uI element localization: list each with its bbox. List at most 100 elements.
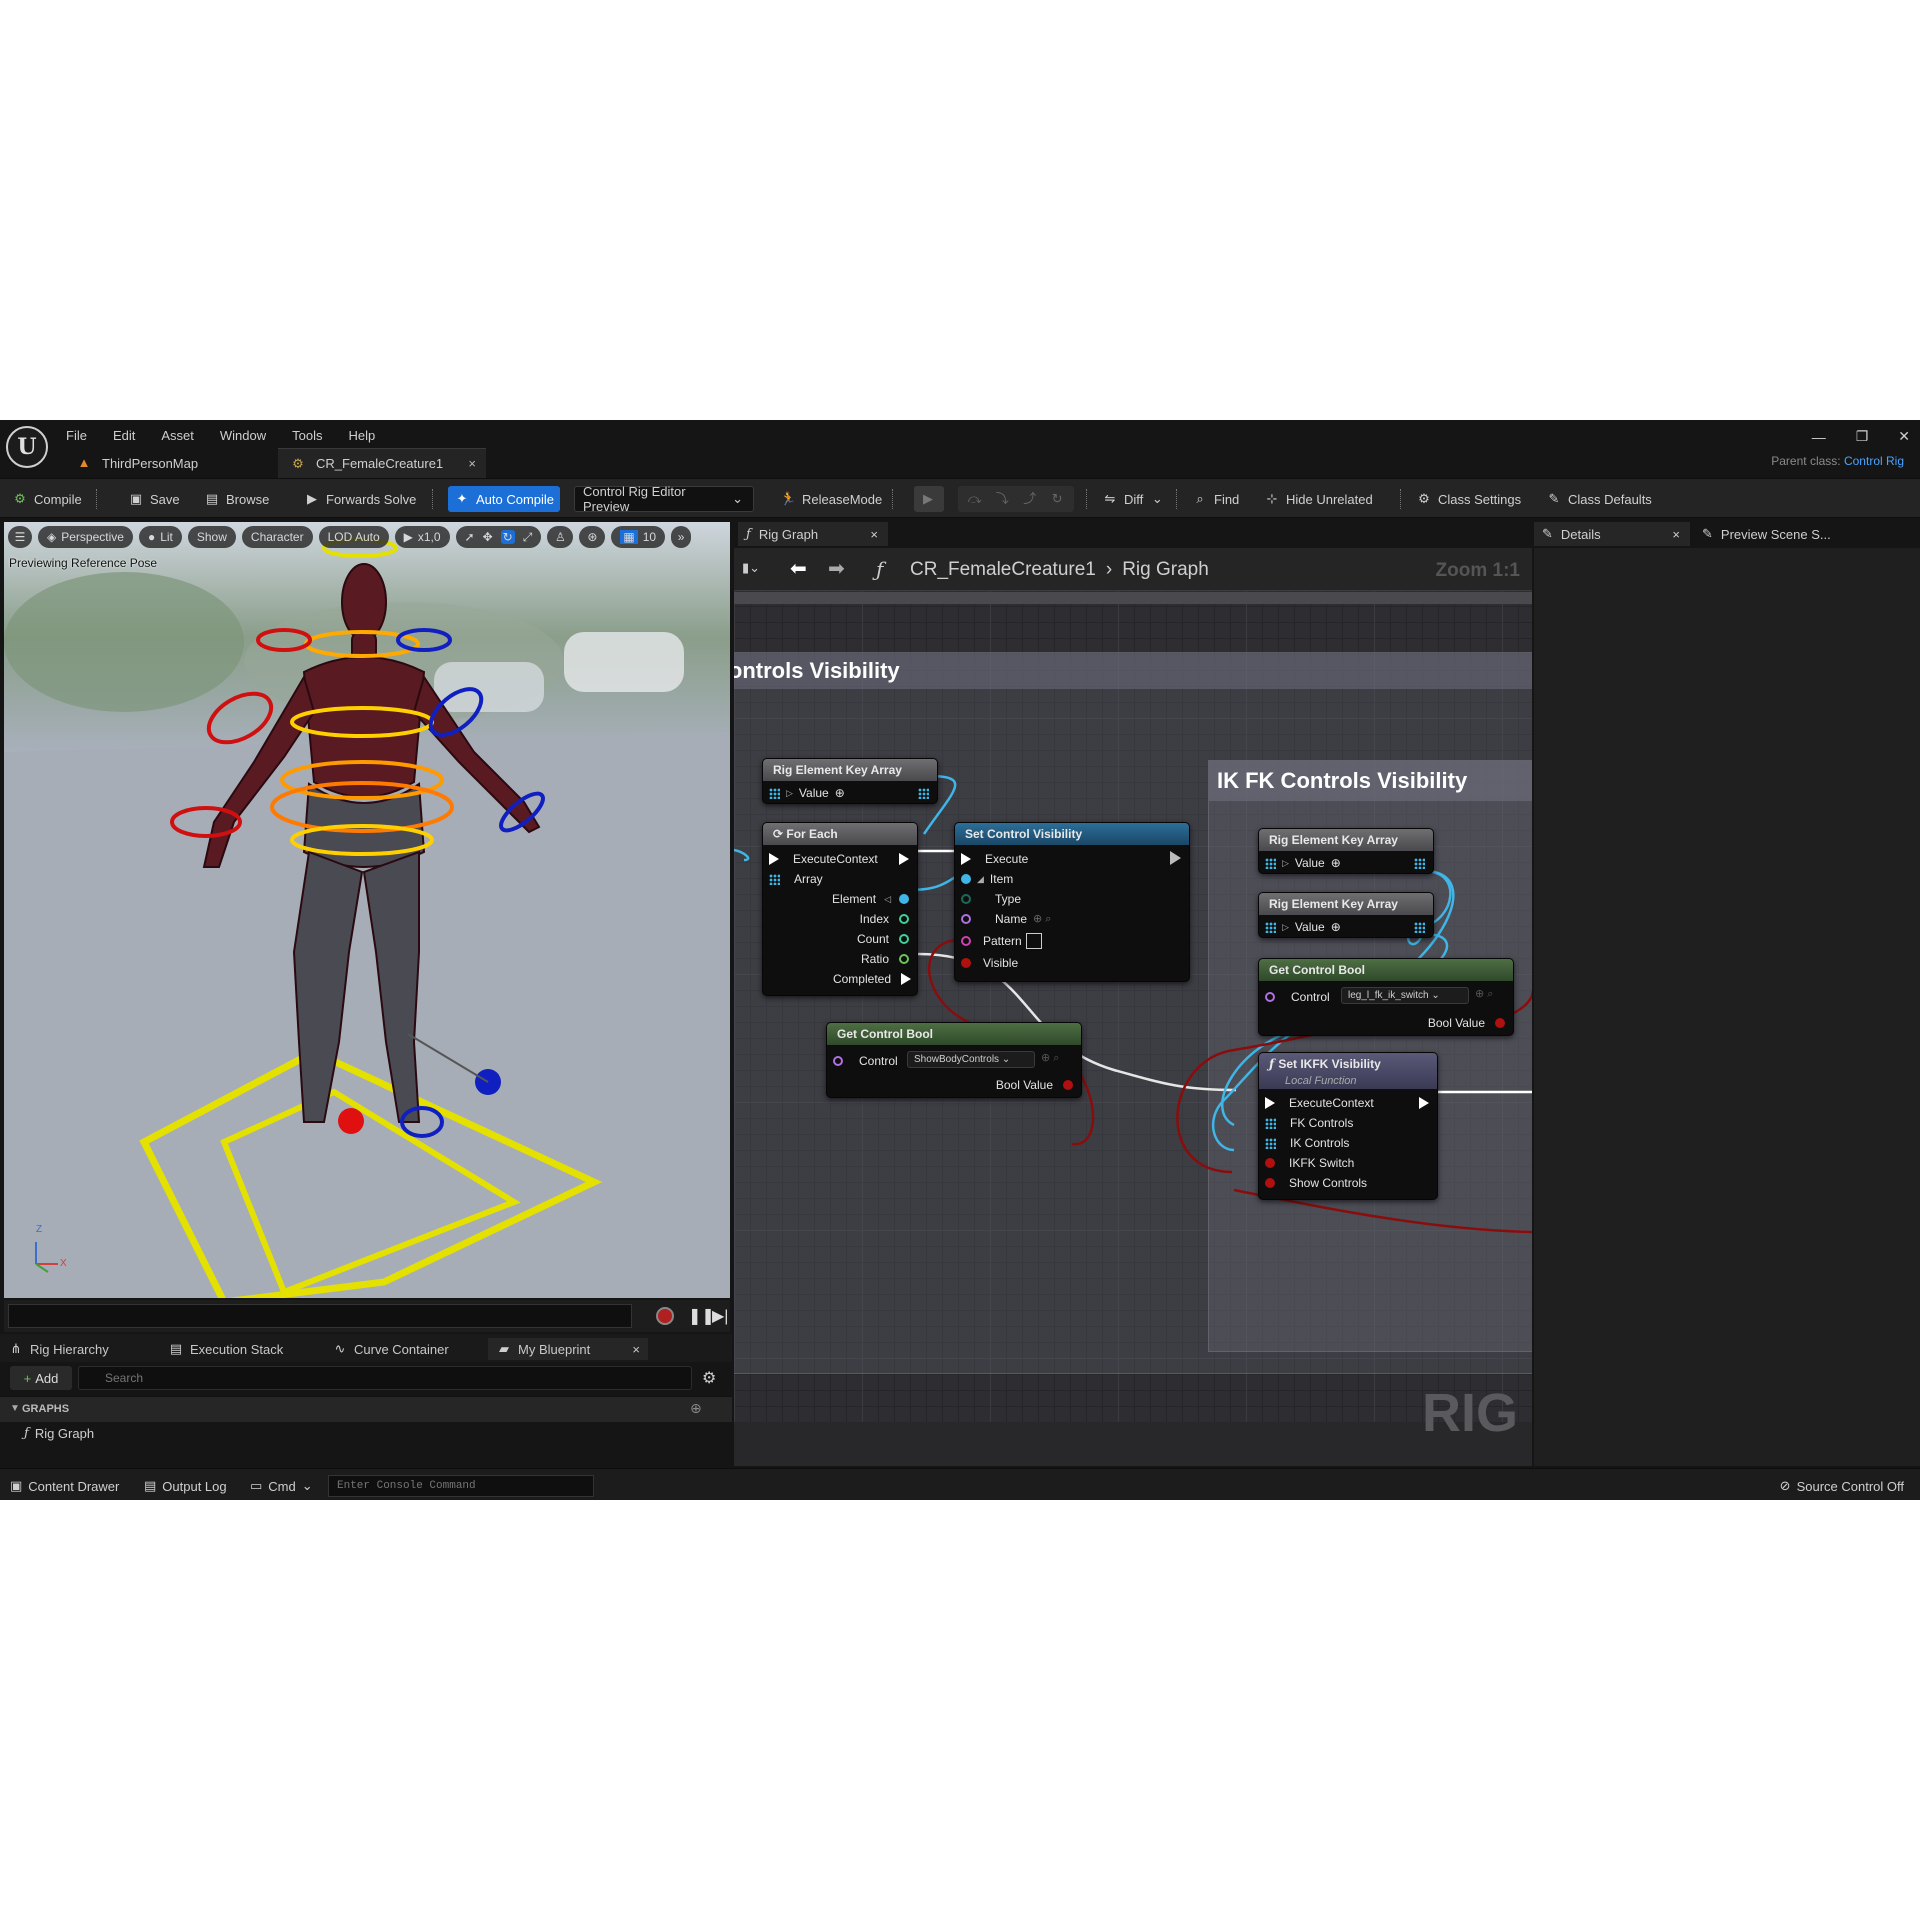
playback-speed-button[interactable]: ▶ x1,0	[394, 526, 450, 548]
expand-arrow-icon[interactable]: ▷	[786, 788, 793, 799]
perspective-button[interactable]: ◈ Perspective	[38, 526, 133, 548]
parent-class-link[interactable]: Control Rig	[1844, 454, 1904, 468]
close-tab-icon[interactable]: ×	[1672, 527, 1680, 542]
menu-file[interactable]: File	[66, 428, 87, 443]
more-options-icon[interactable]: »	[671, 526, 692, 548]
preview-instance-select[interactable]: Control Rig Editor Preview ⌄	[574, 484, 754, 514]
array-pin-icon[interactable]	[769, 787, 780, 799]
item-pin-icon[interactable]	[961, 874, 971, 884]
control-pin-icon[interactable]	[833, 1056, 843, 1066]
node-get-control-bool[interactable]: Get Control Bool Control ShowBodyControl…	[826, 1022, 1082, 1098]
name-pin-icon[interactable]	[961, 914, 971, 924]
menu-window[interactable]: Window	[220, 428, 266, 443]
output-array-pin-icon[interactable]	[1414, 922, 1425, 933]
hide-unrelated-button[interactable]: ⊹ Hide Unrelated	[1258, 486, 1379, 512]
settings-gear-icon[interactable]: ⚙	[702, 1368, 716, 1388]
grid-snap-button[interactable]: ▦ 10	[611, 526, 666, 548]
browse-control-icons[interactable]: ⊕ ⌕	[1041, 1051, 1059, 1065]
unreal-logo-icon[interactable]: U	[6, 426, 48, 468]
exec-in-pin-icon[interactable]	[1265, 1097, 1275, 1109]
menu-tools[interactable]: Tools	[292, 428, 322, 443]
timeline-scrubber[interactable]	[8, 1304, 632, 1328]
auto-compile-toggle[interactable]: ✦ Auto Compile	[448, 486, 561, 512]
breadcrumb-asset[interactable]: CR_FemaleCreature1	[910, 559, 1096, 581]
tab-preview-scene-settings[interactable]: ✎ Preview Scene S...	[1694, 522, 1844, 546]
pattern-checkbox[interactable]	[1025, 933, 1042, 949]
scale-icon[interactable]: ⤢	[523, 530, 533, 545]
exec-completed-pin-icon[interactable]	[901, 973, 911, 985]
exec-in-pin-icon[interactable]	[961, 853, 971, 865]
array-pin-icon[interactable]	[769, 873, 780, 885]
save-button[interactable]: ▣ Save	[122, 486, 186, 512]
close-tab-icon[interactable]: ×	[468, 456, 476, 471]
count-pin-icon[interactable]	[899, 934, 909, 944]
pause-icon[interactable]: ❚❚	[688, 1306, 715, 1326]
output-array-pin-icon[interactable]	[1414, 858, 1425, 869]
tab-curve-container[interactable]: ∿ Curve Container	[332, 1338, 449, 1360]
maximize-icon[interactable]: ❐	[1856, 428, 1869, 445]
graph-canvas[interactable]: Controls Visibility IK FK Controls Visib…	[734, 590, 1532, 1466]
element-pin-icon[interactable]	[899, 894, 909, 904]
name-picker-icons[interactable]: ⊕ ⌕	[1033, 912, 1051, 926]
lit-button[interactable]: ● Lit	[138, 526, 182, 548]
ik-controls-pin-icon[interactable]	[1265, 1137, 1276, 1149]
character-button[interactable]: Character	[241, 526, 313, 548]
tab-execution-stack[interactable]: ▤ Execution Stack	[168, 1338, 283, 1360]
forward-arrow-icon[interactable]: ➡	[828, 556, 845, 581]
ikfk-switch-pin-icon[interactable]	[1265, 1158, 1275, 1168]
pose-icon[interactable]: ♙	[547, 526, 574, 548]
close-window-icon[interactable]: ✕	[1898, 428, 1910, 445]
step-forward-icon[interactable]: ▶|	[712, 1306, 728, 1326]
close-tab-icon[interactable]: ×	[870, 527, 878, 542]
diff-button[interactable]: ⇋ Diff ⌄	[1096, 486, 1171, 512]
tab-rig-hierarchy[interactable]: ⋔ Rig Hierarchy	[8, 1338, 109, 1360]
graphs-section-header[interactable]: ▼ GRAPHS ⊕	[0, 1396, 732, 1422]
expand-arrow-icon[interactable]: ▷	[1282, 922, 1289, 933]
menu-help[interactable]: Help	[348, 428, 375, 443]
viewport-menu-button[interactable]: ☰	[8, 526, 32, 548]
exec-out-pin-icon[interactable]	[899, 853, 909, 865]
forwards-solve-button[interactable]: ▶ Forwards Solve	[298, 486, 422, 512]
surface-snap-icon[interactable]: ⊛	[579, 526, 606, 548]
node-rig-element-key-array[interactable]: Rig Element Key Array ▷ Value ⊕	[762, 758, 938, 804]
fk-controls-pin-icon[interactable]	[1265, 1117, 1276, 1129]
compile-button[interactable]: ⚙ Compile	[6, 486, 88, 512]
control-name-dropdown[interactable]: leg_l_fk_ik_switch ⌄	[1341, 987, 1469, 1004]
back-arrow-icon[interactable]: ⬅	[790, 556, 807, 581]
debug-step-buttons[interactable]: ⤼ ⤵ ⤴ ↻	[958, 486, 1074, 512]
release-mode-button[interactable]: 🏃 ReleaseMode	[774, 486, 888, 512]
bool-out-pin-icon[interactable]	[1063, 1080, 1073, 1090]
add-element-icon[interactable]: ⊕	[835, 786, 845, 800]
tab-rig-graph[interactable]: ƒ Rig Graph ×	[738, 522, 888, 546]
menu-asset[interactable]: Asset	[161, 428, 194, 443]
control-name-dropdown[interactable]: ShowBodyControls ⌄	[907, 1051, 1035, 1068]
record-icon[interactable]	[656, 1307, 674, 1325]
pattern-pin-icon[interactable]	[961, 936, 971, 946]
ratio-pin-icon[interactable]	[899, 954, 909, 964]
array-pin-icon[interactable]	[1265, 921, 1276, 933]
select-icon[interactable]: ➚	[465, 530, 475, 544]
cmd-dropdown[interactable]: ▭ Cmd ⌄	[250, 1476, 313, 1496]
close-tab-icon[interactable]: ×	[632, 1342, 640, 1357]
find-button[interactable]: ⌕ Find	[1186, 486, 1245, 512]
node-rig-element-key-array-fk[interactable]: Rig Element Key Array ▷ Value ⊕	[1258, 828, 1434, 874]
rotate-icon[interactable]: ↻	[500, 530, 515, 544]
tab-third-person-map[interactable]: ▲ ThirdPersonMap	[64, 448, 274, 478]
output-array-pin-icon[interactable]	[918, 788, 929, 799]
tab-my-blueprint[interactable]: ▰ My Blueprint ×	[488, 1338, 648, 1360]
exec-out-pin-icon[interactable]	[1419, 1097, 1429, 1109]
add-element-icon[interactable]: ⊕	[1331, 856, 1341, 870]
node-rig-element-key-array-ik[interactable]: Rig Element Key Array ▷ Value ⊕	[1258, 892, 1434, 938]
expand-arrow-icon[interactable]: ▷	[1282, 858, 1289, 869]
type-pin-icon[interactable]	[961, 894, 971, 904]
graph-list-item-rig-graph[interactable]: ƒ Rig Graph	[24, 1426, 94, 1441]
lod-button[interactable]: LOD Auto	[318, 526, 389, 548]
class-defaults-button[interactable]: ✎ Class Defaults	[1540, 486, 1658, 512]
browse-control-icons[interactable]: ⊕ ⌕	[1475, 987, 1493, 1001]
add-button[interactable]: + Add	[10, 1366, 72, 1390]
node-for-each[interactable]: ⟳ For Each ExecuteContext Array Element ◁…	[762, 822, 918, 996]
menu-edit[interactable]: Edit	[113, 428, 135, 443]
show-button[interactable]: Show	[187, 526, 236, 548]
tab-details[interactable]: ✎ Details ×	[1534, 522, 1690, 546]
exec-in-pin-icon[interactable]	[769, 853, 779, 865]
